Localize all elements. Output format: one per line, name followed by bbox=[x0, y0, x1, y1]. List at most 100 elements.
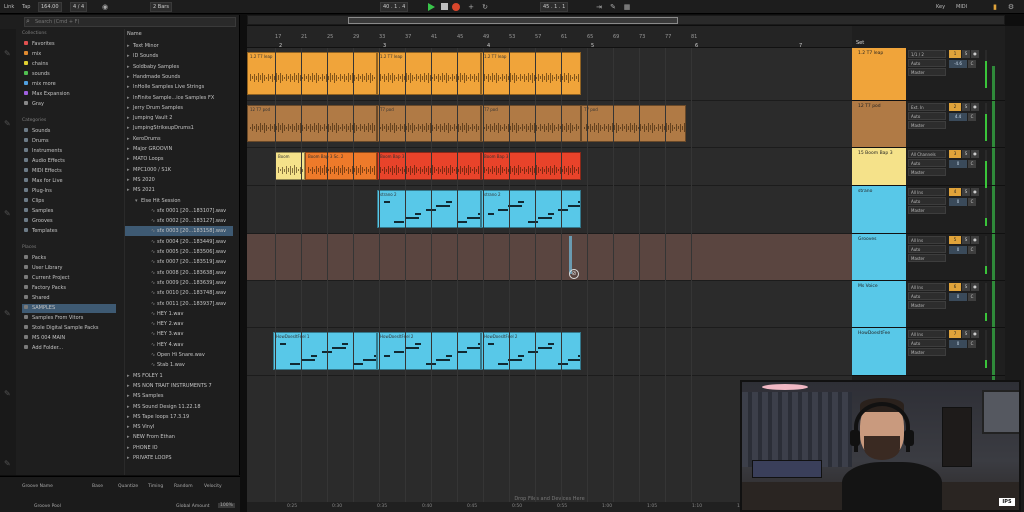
collection-item[interactable]: sounds bbox=[24, 70, 50, 79]
settings-icon[interactable]: ⚙ bbox=[1006, 2, 1016, 12]
loop-icon[interactable]: ↻ bbox=[480, 2, 490, 12]
track-activator-button[interactable]: 4 bbox=[949, 188, 961, 196]
file-list-item[interactable]: ▸ MS Samples bbox=[125, 391, 233, 401]
midi-note[interactable] bbox=[415, 343, 422, 345]
midi-note[interactable] bbox=[394, 351, 405, 353]
input-type-menu[interactable]: Ext. In bbox=[908, 103, 946, 111]
tap-button[interactable]: Tap bbox=[22, 2, 30, 12]
global-amount-field[interactable]: 100% bbox=[218, 503, 235, 508]
input-type-menu[interactable]: All Ins bbox=[908, 236, 946, 244]
file-list-item[interactable]: ∿ HEY 2.wav bbox=[125, 319, 233, 329]
monitor-selector[interactable]: Auto bbox=[908, 112, 946, 120]
pan-field[interactable]: C bbox=[968, 60, 976, 68]
track-lane[interactable]: Boom Boom Bap 3 Sc. 2 Boom Bap 3 Boom Bap 3 bbox=[247, 148, 852, 186]
collection-item[interactable]: mix bbox=[24, 50, 41, 59]
track-name[interactable]: Ms Voice bbox=[852, 281, 906, 327]
midi-note[interactable] bbox=[538, 347, 552, 349]
file-list-item[interactable]: ▸ InHolle Samples Live Strings bbox=[125, 82, 233, 92]
place-item[interactable]: User Library bbox=[24, 264, 62, 273]
category-item[interactable]: Sounds bbox=[24, 127, 50, 136]
arrangement-clip[interactable]: Boom Bap 3 bbox=[481, 152, 581, 180]
midi-note[interactable] bbox=[280, 343, 286, 345]
track-lane[interactable] bbox=[247, 234, 852, 281]
midi-note[interactable] bbox=[311, 355, 318, 357]
track-header[interactable]: 12 T7 pod Ext. In Auto Master 2 S ● 4.4 C bbox=[852, 101, 1005, 148]
midi-note[interactable] bbox=[518, 355, 524, 357]
pan-field[interactable]: C bbox=[968, 160, 976, 168]
collection-item[interactable]: Gray bbox=[24, 100, 44, 109]
midi-note[interactable] bbox=[578, 201, 580, 203]
midi-note[interactable] bbox=[558, 363, 568, 365]
category-item[interactable]: Templates bbox=[24, 227, 57, 236]
midi-note[interactable] bbox=[467, 347, 480, 349]
input-type-menu[interactable]: All Ins bbox=[908, 330, 946, 338]
midi-note[interactable] bbox=[578, 355, 580, 357]
file-list-item[interactable]: ∿ sfx 0005 [20...183506].wav bbox=[125, 247, 233, 257]
monitor-selector[interactable]: Auto bbox=[908, 245, 946, 253]
solo-button[interactable]: S bbox=[962, 283, 970, 291]
file-list-item[interactable]: ∿ sfx 0011 [20...183937].wav bbox=[125, 299, 233, 309]
arrangement-clip[interactable]: 1.2 T7 leap bbox=[481, 52, 581, 95]
file-list-item[interactable]: ∿ sfx 0001 [20...183107].wav bbox=[125, 206, 233, 216]
midi-note[interactable] bbox=[548, 213, 554, 215]
file-list-item[interactable]: ∿ sfx 0007 [20...183519].wav bbox=[125, 257, 233, 267]
midi-note[interactable] bbox=[415, 213, 422, 215]
place-item[interactable]: Factory Packs bbox=[24, 284, 66, 293]
file-list-item[interactable]: ▸ MS Vinyl bbox=[125, 422, 233, 432]
track-name[interactable]: 12 T7 pod bbox=[852, 101, 906, 147]
monitor-selector[interactable]: Auto bbox=[908, 339, 946, 347]
file-list-item[interactable]: ▸ PRIVATE LOOPS bbox=[125, 453, 233, 463]
pan-field[interactable]: C bbox=[968, 113, 976, 121]
midi-note[interactable] bbox=[456, 351, 467, 353]
arrangement-clip[interactable]: 12 T7 pod bbox=[247, 105, 377, 142]
input-type-menu[interactable]: All Ins bbox=[908, 283, 946, 291]
category-item[interactable]: Instruments bbox=[24, 147, 62, 156]
time-signature-field[interactable]: 4 / 4 bbox=[70, 2, 88, 12]
punch-in-icon[interactable]: ⇥ bbox=[594, 2, 604, 12]
collection-item[interactable]: chains bbox=[24, 60, 48, 69]
file-list-item[interactable]: ∿ HEY 1.wav bbox=[125, 309, 233, 319]
arrangement-clip[interactable]: T7 pod bbox=[581, 105, 686, 142]
search-input[interactable]: ⌕ Search (Cmd + F) bbox=[24, 17, 236, 27]
solo-button[interactable]: S bbox=[962, 103, 970, 111]
track-header[interactable]: strano All Ins Auto Master 4 S ● 0 C bbox=[852, 186, 1005, 234]
place-item[interactable]: Stole Digital Sample Packs bbox=[24, 324, 99, 333]
file-list-item[interactable]: ∿ sfx 0004 [20...183449].wav bbox=[125, 237, 233, 247]
midi-note[interactable] bbox=[436, 359, 450, 361]
collection-item[interactable]: Favorites bbox=[24, 40, 55, 49]
midi-note[interactable] bbox=[498, 363, 508, 365]
pan-field[interactable]: C bbox=[968, 340, 976, 348]
track-activator-button[interactable]: 6 bbox=[949, 283, 961, 291]
output-type-menu[interactable]: Master bbox=[908, 121, 946, 129]
arm-button[interactable]: ● bbox=[971, 150, 979, 158]
midi-note[interactable] bbox=[446, 201, 453, 203]
midi-map-button[interactable]: MIDI bbox=[956, 2, 967, 12]
track-name[interactable]: Grooves bbox=[852, 234, 906, 280]
quantize-menu[interactable]: 2 Bars bbox=[150, 2, 172, 12]
category-item[interactable]: Grooves bbox=[24, 217, 53, 226]
file-list-item[interactable]: ∿ sfx 0008 [20...183638].wav bbox=[125, 268, 233, 278]
file-list-item[interactable]: ▸ Soldbaby Samples bbox=[125, 62, 233, 72]
midi-note[interactable] bbox=[538, 217, 552, 219]
file-list-item[interactable]: ∿ Open Hi Snare.wav bbox=[125, 350, 233, 360]
arrangement-clip[interactable]: HowDoesItFeel 2 bbox=[377, 332, 481, 370]
midi-note[interactable] bbox=[528, 351, 538, 353]
file-list-item[interactable]: ▸ ID Sounds bbox=[125, 51, 233, 61]
stop-icon[interactable] bbox=[441, 3, 448, 10]
volume-field[interactable]: 0 bbox=[949, 160, 967, 168]
pan-field[interactable]: C bbox=[968, 293, 976, 301]
category-item[interactable]: MIDI Effects bbox=[24, 167, 62, 176]
volume-field[interactable]: 0 bbox=[949, 340, 967, 348]
file-list-item[interactable]: ▸ InFinite Sample...ice Samples FX bbox=[125, 93, 233, 103]
category-item[interactable]: Clips bbox=[24, 197, 44, 206]
midi-note[interactable] bbox=[528, 221, 538, 223]
arrangement-clip[interactable]: HowDoesItFeel 2 bbox=[481, 332, 581, 370]
computer-keyboard-icon[interactable]: ▦ bbox=[622, 2, 632, 12]
track-activator-button[interactable]: 5 bbox=[949, 236, 961, 244]
midi-note[interactable] bbox=[384, 201, 390, 203]
arrangement-clip[interactable]: HowDoesItFeel 1 bbox=[273, 332, 377, 370]
file-list-item[interactable]: ▸ Jumping Vault 2 bbox=[125, 113, 233, 123]
file-list-item[interactable]: ∿ sfx 0003 [20...183158].wav bbox=[125, 226, 233, 237]
loop-start-field[interactable]: 45 . 1 . 1 bbox=[540, 2, 569, 12]
overview-window[interactable] bbox=[348, 17, 678, 24]
